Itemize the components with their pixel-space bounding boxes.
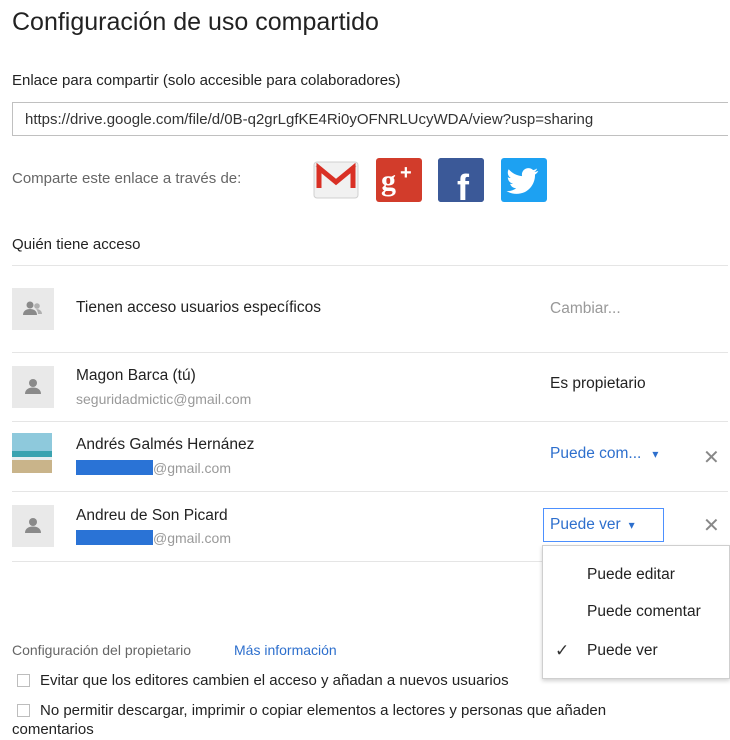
- menu-item-can-edit[interactable]: Puede editar: [587, 566, 675, 584]
- user-avatar-photo: [12, 433, 52, 473]
- prevent-editors-label: Evitar que los editores cambien el acces…: [40, 672, 509, 689]
- permission-menu: Puede editar Puede comentar ✓ Puede ver: [542, 545, 730, 679]
- group-avatar: [12, 288, 54, 330]
- remove-user-button[interactable]: ✕: [703, 516, 720, 536]
- divider: [12, 491, 728, 492]
- person-email: @gmail.com: [76, 530, 231, 546]
- dialog-title: Configuración de uso compartido: [12, 8, 379, 36]
- permission-dropdown-open[interactable]: Puede ver ▾: [543, 508, 664, 542]
- visibility-status: Tienen acceso usuarios específicos: [76, 299, 321, 316]
- dropdown-arrow-icon: ▾: [628, 518, 635, 532]
- disable-download-label: No permitir descargar, imprimir o copiar…: [40, 702, 607, 719]
- person-name: Magon Barca (tú): [76, 367, 196, 384]
- gmail-share-button[interactable]: [313, 158, 359, 202]
- menu-item-can-comment[interactable]: Puede comentar: [587, 603, 701, 621]
- facebook-share-button[interactable]: f: [438, 158, 484, 202]
- person-name: Andrés Galmés Hernánez: [76, 436, 255, 453]
- people-icon: [23, 301, 42, 315]
- person-name: Andreu de Son Picard: [76, 507, 228, 524]
- svg-text:g: g: [381, 164, 396, 197]
- disable-download-label-cont: comentarios: [12, 721, 94, 738]
- share-link-label: Enlace para compartir (solo accesible pa…: [12, 72, 401, 89]
- divider: [12, 561, 542, 562]
- menu-item-can-view[interactable]: Puede ver: [587, 642, 658, 660]
- person-email: seguridadmictic@gmail.com: [76, 391, 252, 407]
- share-link-field[interactable]: https://drive.google.com/file/d/0B-q2grL…: [12, 102, 728, 136]
- user-avatar: [12, 505, 54, 547]
- remove-user-button[interactable]: ✕: [703, 448, 720, 468]
- svg-text:+: +: [400, 162, 412, 184]
- person-icon: [25, 518, 41, 533]
- person-email: @gmail.com: [76, 460, 231, 476]
- divider: [12, 421, 728, 422]
- disable-download-checkbox[interactable]: [17, 704, 30, 717]
- change-visibility-link[interactable]: Cambiar...: [550, 300, 621, 318]
- checkmark-icon: ✓: [555, 641, 570, 660]
- beach-photo-icon: [12, 433, 52, 473]
- prevent-editors-checkbox[interactable]: [17, 674, 30, 687]
- more-info-link[interactable]: Más información: [234, 642, 337, 658]
- permission-dropdown[interactable]: Puede com... ▾: [550, 445, 658, 463]
- owner-role: Es propietario: [550, 375, 646, 392]
- redacted-email-block: [76, 460, 153, 475]
- twitter-share-button[interactable]: [501, 158, 547, 202]
- google-plus-share-button[interactable]: g +: [376, 158, 422, 202]
- facebook-icon: f: [438, 158, 484, 202]
- gmail-icon: [313, 161, 359, 199]
- dropdown-arrow-icon: ▾: [652, 447, 659, 461]
- twitter-bird-icon: [506, 168, 539, 194]
- share-via-label: Comparte este enlace a través de:: [12, 170, 242, 187]
- divider: [12, 352, 728, 353]
- user-avatar: [12, 366, 54, 408]
- access-heading: Quién tiene acceso: [12, 236, 141, 253]
- person-icon: [25, 379, 41, 394]
- redacted-email-block: [76, 530, 153, 545]
- owner-settings-label: Configuración del propietario: [12, 642, 191, 658]
- google-plus-icon: g +: [381, 162, 412, 197]
- svg-text:f: f: [457, 167, 470, 202]
- divider: [12, 265, 728, 266]
